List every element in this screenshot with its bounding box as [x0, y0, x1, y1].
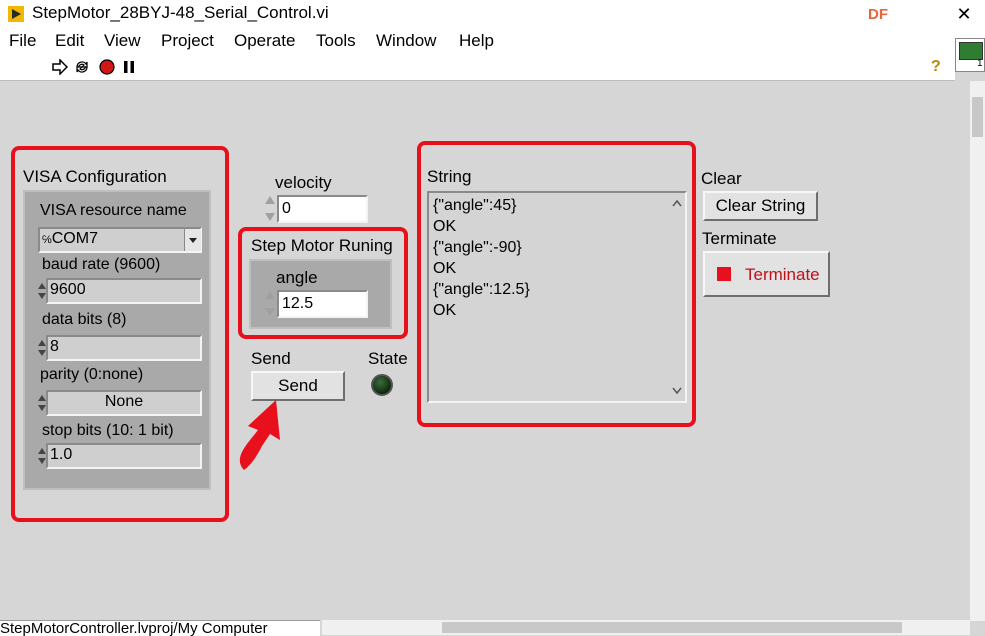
run-arrow-icon[interactable] [52, 59, 68, 75]
menu-view[interactable]: View [104, 31, 141, 51]
terminate-button[interactable]: Terminate [703, 251, 830, 297]
angle-label: angle [276, 268, 318, 287]
string-indicator: {"angle":45} OK {"angle":-90} OK {"angle… [427, 191, 687, 403]
scroll-up-icon[interactable] [672, 199, 682, 207]
parity-spinner-icon[interactable] [38, 390, 46, 416]
pointer-arrow-icon [239, 400, 280, 470]
close-button[interactable]: ✕ [952, 2, 976, 26]
data-bits-spinner-icon[interactable] [38, 335, 46, 361]
data-bits-label: data bits (8) [42, 311, 127, 328]
toolbar [0, 54, 955, 81]
string-label: String [427, 167, 472, 186]
menu-window[interactable]: Window [376, 31, 436, 51]
pause-icon[interactable] [121, 59, 137, 75]
string-line: {"angle":12.5} [433, 281, 530, 298]
parity-field[interactable]: None [46, 390, 202, 416]
visa-resource-label: VISA resource name [40, 202, 187, 219]
menu-file[interactable]: File [9, 31, 36, 51]
angle-field: 12.5 [277, 290, 368, 318]
labview-vi-icon [8, 6, 24, 22]
df-logo-icon: DF [868, 6, 888, 23]
stop-bits-spinner-icon[interactable] [38, 443, 46, 469]
menu-operate[interactable]: Operate [234, 31, 295, 51]
run-continuously-icon[interactable] [74, 59, 90, 75]
state-led-indicator [371, 374, 393, 396]
terminate-label: Terminate [702, 229, 777, 248]
parity-label: parity (0:none) [40, 366, 144, 383]
visa-cluster-title: VISA Configuration [23, 167, 167, 186]
visa-resource-select[interactable]: ℅COM7 [38, 227, 202, 253]
stop-bits-field[interactable]: 1.0 [46, 443, 202, 469]
baud-rate-field[interactable]: 9600 [46, 278, 202, 304]
menu-edit[interactable]: Edit [55, 31, 84, 51]
project-path-label: StepMotorController.lvproj/My Computer [0, 620, 320, 636]
state-label: State [368, 349, 408, 368]
context-help-icon[interactable]: ? [931, 58, 941, 76]
menu-project[interactable]: Project [161, 31, 214, 51]
string-line: {"angle":45} [433, 197, 517, 214]
send-label: Send [251, 349, 291, 368]
string-line: {"angle":-90} [433, 239, 522, 256]
string-line: OK [433, 260, 457, 277]
dropdown-arrow-icon[interactable] [184, 229, 201, 251]
horizontal-scroll-thumb[interactable] [442, 622, 902, 633]
velocity-label: velocity [275, 173, 332, 192]
running-cluster-title: Step Motor Runing [251, 236, 393, 255]
vertical-scroll-thumb[interactable] [972, 97, 983, 137]
data-bits-field[interactable]: 8 [46, 335, 202, 361]
vertical-scrollbar[interactable] [970, 81, 985, 621]
scroll-down-icon[interactable] [672, 387, 682, 395]
terminate-button-label: Terminate [745, 265, 820, 284]
velocity-spinner-icon[interactable] [264, 192, 276, 226]
string-scrollbar[interactable] [670, 193, 685, 401]
velocity-field[interactable]: 0 [277, 195, 368, 223]
stop-bits-label: stop bits (10: 1 bit) [42, 422, 174, 439]
menu-help[interactable]: Help [459, 31, 494, 51]
window-title: StepMotor_28BYJ-48_Serial_Control.vi [32, 3, 329, 22]
vi-icon-number: 1 [977, 58, 983, 69]
vi-connector-icon[interactable]: 1 [955, 38, 985, 72]
send-button[interactable]: Send [251, 371, 345, 401]
clear-label: Clear [701, 169, 742, 188]
baud-rate-spinner-icon[interactable] [38, 278, 46, 304]
abort-icon[interactable] [99, 59, 115, 75]
string-line: OK [433, 302, 457, 319]
clear-string-button[interactable]: Clear String [703, 191, 818, 221]
string-line: OK [433, 218, 457, 235]
menu-tools[interactable]: Tools [316, 31, 356, 51]
visa-resource-prefix: ℅ [42, 234, 52, 246]
baud-rate-label: baud rate (9600) [42, 256, 161, 273]
visa-resource-value: COM7 [51, 230, 98, 247]
stop-square-icon [717, 267, 731, 281]
angle-spinner-icon[interactable] [264, 287, 276, 321]
